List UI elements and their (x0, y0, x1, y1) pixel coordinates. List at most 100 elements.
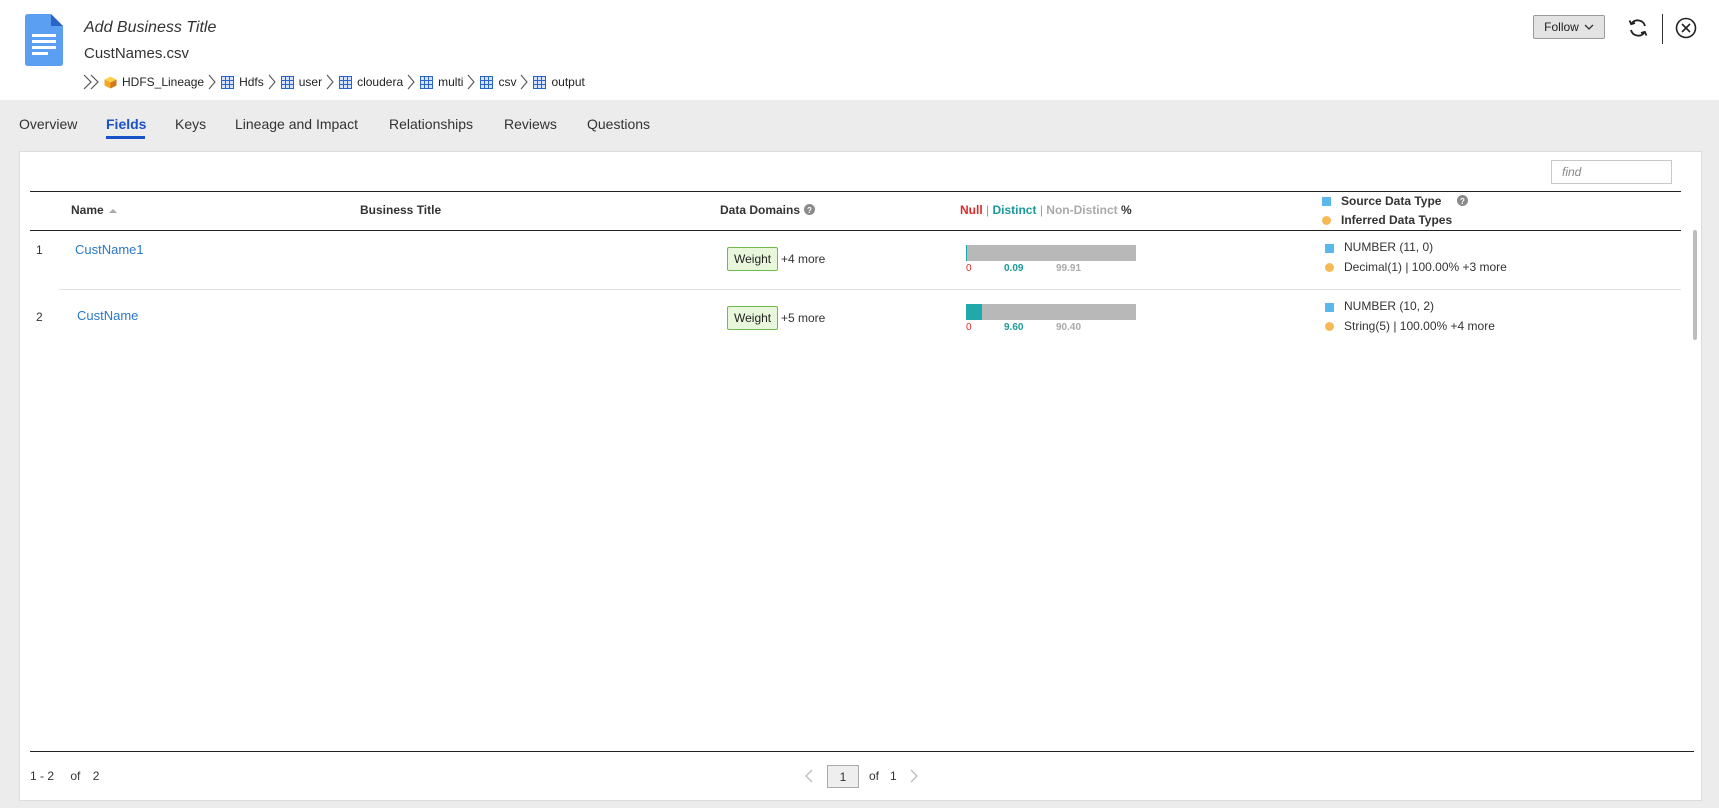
breadcrumb-label: multi (438, 75, 464, 89)
column-header-data-domains[interactable]: Data Domains ? (720, 203, 816, 217)
field-name-link[interactable]: CustName (77, 308, 138, 323)
header-divider (1662, 14, 1663, 44)
chevron-right-icon (326, 74, 334, 90)
column-header-profile[interactable]: Null | Distinct | Non-Distinct % (960, 203, 1132, 217)
distinct-label: Distinct (992, 203, 1037, 217)
source-data-type: NUMBER (11, 0) (1344, 240, 1434, 254)
more-domains-link[interactable]: +5 more (781, 311, 825, 325)
help-icon[interactable]: ? (804, 204, 816, 215)
breadcrumb-label: csv (498, 75, 517, 89)
chevron-right-icon (468, 74, 476, 90)
null-percent: 0 (966, 263, 972, 274)
inferred-data-type[interactable]: Decimal(1) | 100.00% +3 more (1344, 260, 1507, 274)
breadcrumb-item-multi[interactable]: multi (420, 75, 463, 89)
inferred-data-type[interactable]: String(5) | 100.00% +4 more (1344, 319, 1495, 333)
nondistinct-percent: 99.91 (1056, 263, 1082, 274)
profile-bar (966, 304, 1136, 320)
source-type-swatch (1325, 244, 1334, 253)
active-tab-indicator (106, 136, 145, 139)
previous-page-icon[interactable] (803, 768, 815, 784)
distinct-bar-fill (966, 245, 967, 261)
inferred-type-swatch (1325, 322, 1334, 331)
breadcrumb-item-csv[interactable]: csv (480, 75, 516, 89)
page-of-label: of (869, 769, 880, 783)
inferred-type-legend-swatch (1322, 216, 1331, 225)
current-page-input[interactable]: 1 (827, 765, 859, 788)
close-circle-icon[interactable] (1674, 16, 1698, 40)
cube-icon (104, 76, 117, 88)
follow-button[interactable]: Follow (1533, 15, 1605, 39)
column-label: Data Domains (720, 203, 801, 217)
grid-icon (533, 75, 547, 89)
field-name-link[interactable]: CustName1 (75, 242, 144, 257)
column-header-source-type[interactable]: Source Data Type ? (1341, 194, 1468, 208)
refresh-icon[interactable] (1626, 16, 1650, 40)
nondistinct-percent: 90.40 (1056, 322, 1082, 333)
breadcrumb-item-cloudera[interactable]: cloudera (339, 75, 403, 89)
row-number: 2 (36, 310, 43, 324)
null-label: Null (960, 203, 983, 217)
help-icon[interactable]: ? (1456, 195, 1468, 206)
business-title[interactable]: Add Business Title (84, 19, 216, 37)
next-page-icon[interactable] (908, 768, 920, 784)
sort-ascending-icon (109, 209, 118, 213)
domain-tag[interactable]: Weight (727, 306, 779, 330)
source-data-type: NUMBER (10, 2) (1344, 299, 1435, 313)
more-domains-link[interactable]: +4 more (781, 252, 825, 266)
total-pages: 1 (890, 769, 897, 783)
grid-icon (480, 75, 494, 89)
table-top-rule (30, 191, 1681, 192)
domain-tag[interactable]: Weight (727, 247, 779, 271)
follow-label: Follow (1544, 20, 1579, 34)
grid-icon (339, 75, 353, 89)
grid-icon (280, 75, 294, 89)
fields-panel (19, 151, 1702, 801)
chevron-right-icon (407, 74, 415, 90)
chevron-down-icon (1584, 24, 1594, 30)
column-header-inferred-types[interactable]: Inferred Data Types (1341, 213, 1452, 227)
footer-rule (30, 751, 1694, 752)
tab-relationships[interactable]: Relationships (389, 116, 473, 132)
distinct-percent: 9.60 (1004, 322, 1024, 333)
grid-icon (420, 75, 434, 89)
null-percent: 0 (966, 322, 972, 333)
source-type-legend-swatch (1322, 197, 1331, 206)
column-header-name[interactable]: Name (71, 203, 118, 217)
nondistinct-label: Non-Distinct (1046, 203, 1118, 217)
tab-keys[interactable]: Keys (175, 116, 206, 132)
tab-questions[interactable]: Questions (587, 116, 650, 132)
breadcrumb: HDFS_Lineage Hdfs user cloudera multi cs… (82, 73, 585, 91)
svg-text:?: ? (807, 206, 812, 215)
tab-overview[interactable]: Overview (19, 116, 77, 132)
tab-reviews[interactable]: Reviews (504, 116, 557, 132)
source-type-swatch (1325, 303, 1334, 312)
row-separator (59, 289, 1681, 290)
tab-fields[interactable]: Fields (106, 116, 146, 132)
double-chevron-icon (83, 74, 99, 90)
chevron-right-icon (208, 74, 216, 90)
breadcrumb-item-hdfs-lineage[interactable]: HDFS_Lineage (104, 75, 204, 89)
breadcrumb-item-output[interactable]: output (533, 75, 585, 89)
breadcrumb-item-hdfs[interactable]: Hdfs (221, 75, 264, 89)
separator: | (982, 203, 993, 217)
breadcrumb-label: HDFS_Lineage (122, 75, 205, 89)
row-number: 1 (36, 243, 43, 257)
tab-lineage-and-impact[interactable]: Lineage and Impact (235, 116, 358, 132)
vertical-scrollbar[interactable] (1693, 230, 1697, 340)
document-icon (25, 14, 63, 66)
breadcrumb-item-user[interactable]: user (280, 75, 323, 89)
result-of: of (70, 769, 81, 783)
grid-icon (221, 75, 235, 89)
chevron-right-icon (521, 74, 529, 90)
breadcrumb-label: cloudera (357, 75, 404, 89)
svg-text:?: ? (1460, 197, 1465, 206)
breadcrumb-label: output (551, 75, 585, 89)
find-input[interactable] (1551, 160, 1672, 184)
breadcrumb-label: user (298, 75, 323, 89)
header-bottom-rule (30, 230, 1681, 231)
column-label: Source Data Type (1341, 194, 1442, 208)
distinct-bar-fill (966, 304, 982, 320)
breadcrumb-label: Hdfs (239, 75, 264, 89)
asset-header: Add Business Title CustNames.csv HDFS_Li… (0, 0, 1719, 100)
column-header-business-title[interactable]: Business Title (360, 203, 441, 217)
